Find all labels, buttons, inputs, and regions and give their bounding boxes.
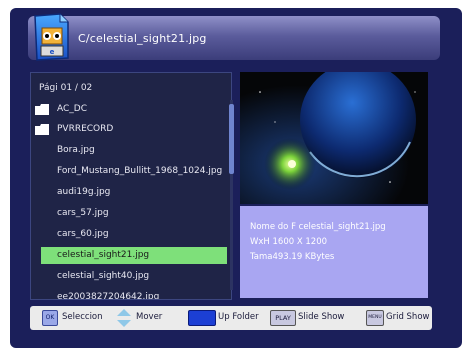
list-item-file[interactable]: cars_57.jpg [31,205,227,222]
select-label: Seleccion [62,312,103,322]
list-item-folder[interactable]: AC_DC [31,101,227,118]
celestial-preview-image [240,72,428,204]
key-legend-bar: OK Seleccion Mover Up Folder PLAY Slide … [30,306,432,330]
list-item-file[interactable]: Ford_Mustang_Bullitt_1968_1024.jpg [31,163,227,180]
file-name-info: Nome do F celestial_sight21.jpg [250,222,386,232]
image-preview [240,72,428,204]
current-path: C/celestial_sight21.jpg [78,32,207,45]
file-size-info: Tama493.19 KBytes [250,252,335,262]
grid-show-label: Grid Show [386,312,430,322]
menu-key-icon: MENU [366,310,384,326]
list-item-file[interactable]: celestial_sight40.jpg [31,268,227,285]
scrollbar-thumb[interactable] [229,104,234,174]
page-indicator: Pági 01 / 02 [39,83,93,93]
slideshow-label: Slide Show [298,312,345,322]
up-folder-label: Up Folder [218,312,259,322]
list-item-file[interactable]: ee2003827204642.jpg [31,289,227,299]
folder-icon [35,124,49,135]
folder-icon [35,104,49,115]
ok-key-icon: OK [42,310,58,326]
list-item-folder[interactable]: PVRRECORD [31,121,227,138]
file-list-panel: Pági 01 / 02 AC_DC PVRRECORD Bora.jpg Fo… [30,72,232,300]
file-info-panel: Nome do F celestial_sight21.jpg WxH 1600… [240,206,428,298]
blue-key-icon [188,310,216,326]
list-item-file[interactable]: Bora.jpg [31,142,227,159]
move-label: Mover [136,312,163,322]
list-item-file-selected[interactable]: celestial_sight21.jpg [41,247,227,264]
svg-text:e: e [50,48,55,56]
resolution-info: WxH 1600 X 1200 [250,237,328,247]
list-item-file[interactable]: audi19g.jpg [31,184,227,201]
media-player-file-icon: e [34,13,69,61]
list-item-file[interactable]: cars_60.jpg [31,226,227,243]
up-down-arrows-icon [117,309,131,327]
play-key-icon: PLAY [270,310,296,326]
